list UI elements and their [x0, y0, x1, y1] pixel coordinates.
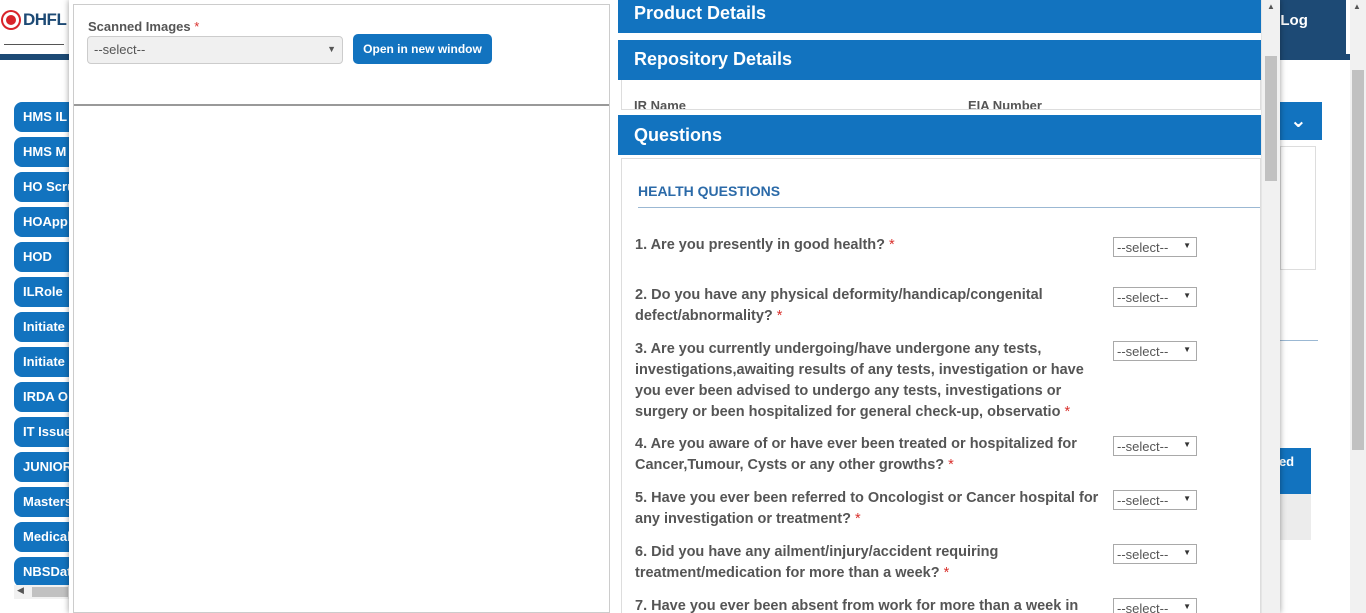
sidebar-item[interactable]: Initiate: [14, 347, 74, 377]
ir-name-label: IR Name: [634, 98, 687, 110]
health-question: 3. Are you currently undergoing/have und…: [635, 339, 1105, 423]
sidebar-item[interactable]: Initiate: [14, 312, 74, 342]
sidebar-item[interactable]: ILRole: [14, 277, 74, 307]
required-asterisk: *: [1064, 404, 1071, 420]
sidebar-item[interactable]: HOApp: [14, 207, 74, 237]
answer-select-value: --select--: [1117, 439, 1169, 454]
required-asterisk: *: [943, 565, 950, 581]
bg-panel-body: [1280, 146, 1316, 270]
product-details-header[interactable]: Product Details: [618, 0, 1261, 33]
bg-table-header-label: ned: [1280, 454, 1295, 469]
required-asterisk: *: [194, 19, 200, 34]
answer-select-value: --select--: [1117, 290, 1169, 305]
logo-text: DHFL: [23, 10, 67, 29]
dropdown-arrow-icon: ▼: [1183, 345, 1191, 354]
sidebar-item[interactable]: JUNIOR: [14, 452, 74, 482]
document-review-modal: Scanned Images * --select-- ▼ Open in ne…: [69, 0, 1280, 613]
question-text: 4. Are you aware of or have ever been tr…: [635, 436, 1077, 473]
answer-select[interactable]: --select-- ▼: [1113, 341, 1197, 361]
answer-select[interactable]: --select-- ▼: [1113, 544, 1197, 564]
modal-vertical-scrollbar[interactable]: ▲: [1261, 0, 1280, 613]
answer-select[interactable]: --select-- ▼: [1113, 490, 1197, 510]
scanned-images-select-value: --select--: [94, 42, 146, 57]
open-in-new-window-button[interactable]: Open in new window: [353, 34, 492, 64]
health-question: 5. Have you ever been referred to Oncolo…: [635, 488, 1105, 530]
dropdown-arrow-icon: ▼: [327, 44, 336, 54]
health-question: 7. Have you ever been absent from work f…: [635, 596, 1105, 613]
health-questions-title: HEALTH QUESTIONS: [638, 183, 781, 199]
question-text: 2. Do you have any physical deformity/ha…: [635, 287, 1043, 324]
sidebar-item[interactable]: Masters: [14, 487, 74, 517]
dropdown-arrow-icon: ▼: [1183, 602, 1191, 611]
sidebar-item[interactable]: HOD: [14, 242, 74, 272]
dropdown-arrow-icon: ▼: [1183, 241, 1191, 250]
health-question: 1. Are you presently in good health? *: [635, 235, 1105, 256]
answer-select-value: --select--: [1117, 493, 1169, 508]
health-question: 2. Do you have any physical deformity/ha…: [635, 285, 1105, 327]
questions-header[interactable]: Questions: [618, 115, 1261, 155]
dropdown-arrow-icon: ▼: [1183, 291, 1191, 300]
sidebar-item[interactable]: HO Scru: [14, 172, 74, 202]
question-text: 5. Have you ever been referred to Oncolo…: [635, 490, 1099, 527]
dropdown-arrow-icon: ▼: [1183, 440, 1191, 449]
bg-table-cell: [1280, 494, 1311, 540]
logo-mark-icon: [3, 12, 19, 28]
scroll-up-arrow-icon[interactable]: ▲: [1267, 2, 1275, 11]
answer-select-value: --select--: [1117, 547, 1169, 562]
sidebar-item[interactable]: IT Issue: [14, 417, 74, 447]
scanned-images-select[interactable]: --select-- ▼: [87, 36, 343, 64]
details-pane: Product Details Repository Details IR Na…: [618, 0, 1280, 613]
answer-select[interactable]: --select-- ▼: [1113, 436, 1197, 456]
scanned-images-label-text: Scanned Images: [88, 19, 191, 34]
sidebar-item[interactable]: NBSDat: [14, 557, 74, 587]
required-asterisk: *: [854, 511, 861, 527]
answer-select[interactable]: --select-- ▼: [1113, 287, 1197, 307]
sidebar-item[interactable]: HMS M: [14, 137, 74, 167]
required-asterisk: *: [948, 457, 954, 473]
company-logo: DHFL: [3, 10, 67, 30]
scanned-images-label: Scanned Images *: [88, 19, 199, 34]
sidebar-item[interactable]: IRDA O: [14, 382, 74, 412]
scroll-up-arrow-icon[interactable]: ▲: [1353, 2, 1361, 11]
chevron-down-icon[interactable]: ⌄: [1290, 108, 1307, 133]
sidebar-item[interactable]: Medical: [14, 522, 74, 552]
answer-select-value: --select--: [1117, 240, 1169, 255]
scroll-left-arrow-icon[interactable]: ◀: [17, 585, 24, 596]
page-vertical-scroll-thumb[interactable]: [1352, 70, 1364, 450]
scanned-images-pane: Scanned Images * --select-- ▼ Open in ne…: [73, 4, 610, 613]
question-text: 1. Are you presently in good health?: [635, 237, 886, 253]
repository-details-header[interactable]: Repository Details: [618, 40, 1261, 80]
section-divider: [638, 207, 1260, 208]
answer-select[interactable]: --select-- ▼: [1113, 237, 1197, 257]
bg-divider: [1280, 340, 1318, 341]
question-text: 3. Are you currently undergoing/have und…: [635, 341, 1084, 420]
modal-vertical-scroll-thumb[interactable]: [1265, 56, 1277, 181]
health-question: 4. Are you aware of or have ever been tr…: [635, 434, 1105, 476]
image-viewer: [74, 104, 609, 612]
eia-number-label: EIA Number: [968, 98, 1042, 110]
dropdown-arrow-icon: ▼: [1183, 494, 1191, 503]
bg-table-header: ned: [1280, 448, 1311, 494]
questions-body: HEALTH QUESTIONS 1. Are you presently in…: [621, 158, 1261, 613]
sidebar-item[interactable]: HMS IL: [14, 102, 74, 132]
question-text: 7. Have you ever been absent from work f…: [635, 598, 1079, 613]
answer-select-value: --select--: [1117, 344, 1169, 359]
dropdown-arrow-icon: ▼: [1183, 548, 1191, 557]
answer-select-value: --select--: [1117, 601, 1169, 613]
required-asterisk: *: [776, 308, 783, 324]
repository-details-body: IR Name EIA Number: [621, 80, 1261, 110]
bg-horizontal-scroll-thumb[interactable]: [32, 587, 68, 597]
health-question: 6. Did you have any ailment/injury/accid…: [635, 542, 1105, 584]
answer-select[interactable]: --select-- ▼: [1113, 598, 1197, 613]
required-asterisk: *: [889, 237, 895, 253]
logo-underline: [4, 44, 64, 45]
